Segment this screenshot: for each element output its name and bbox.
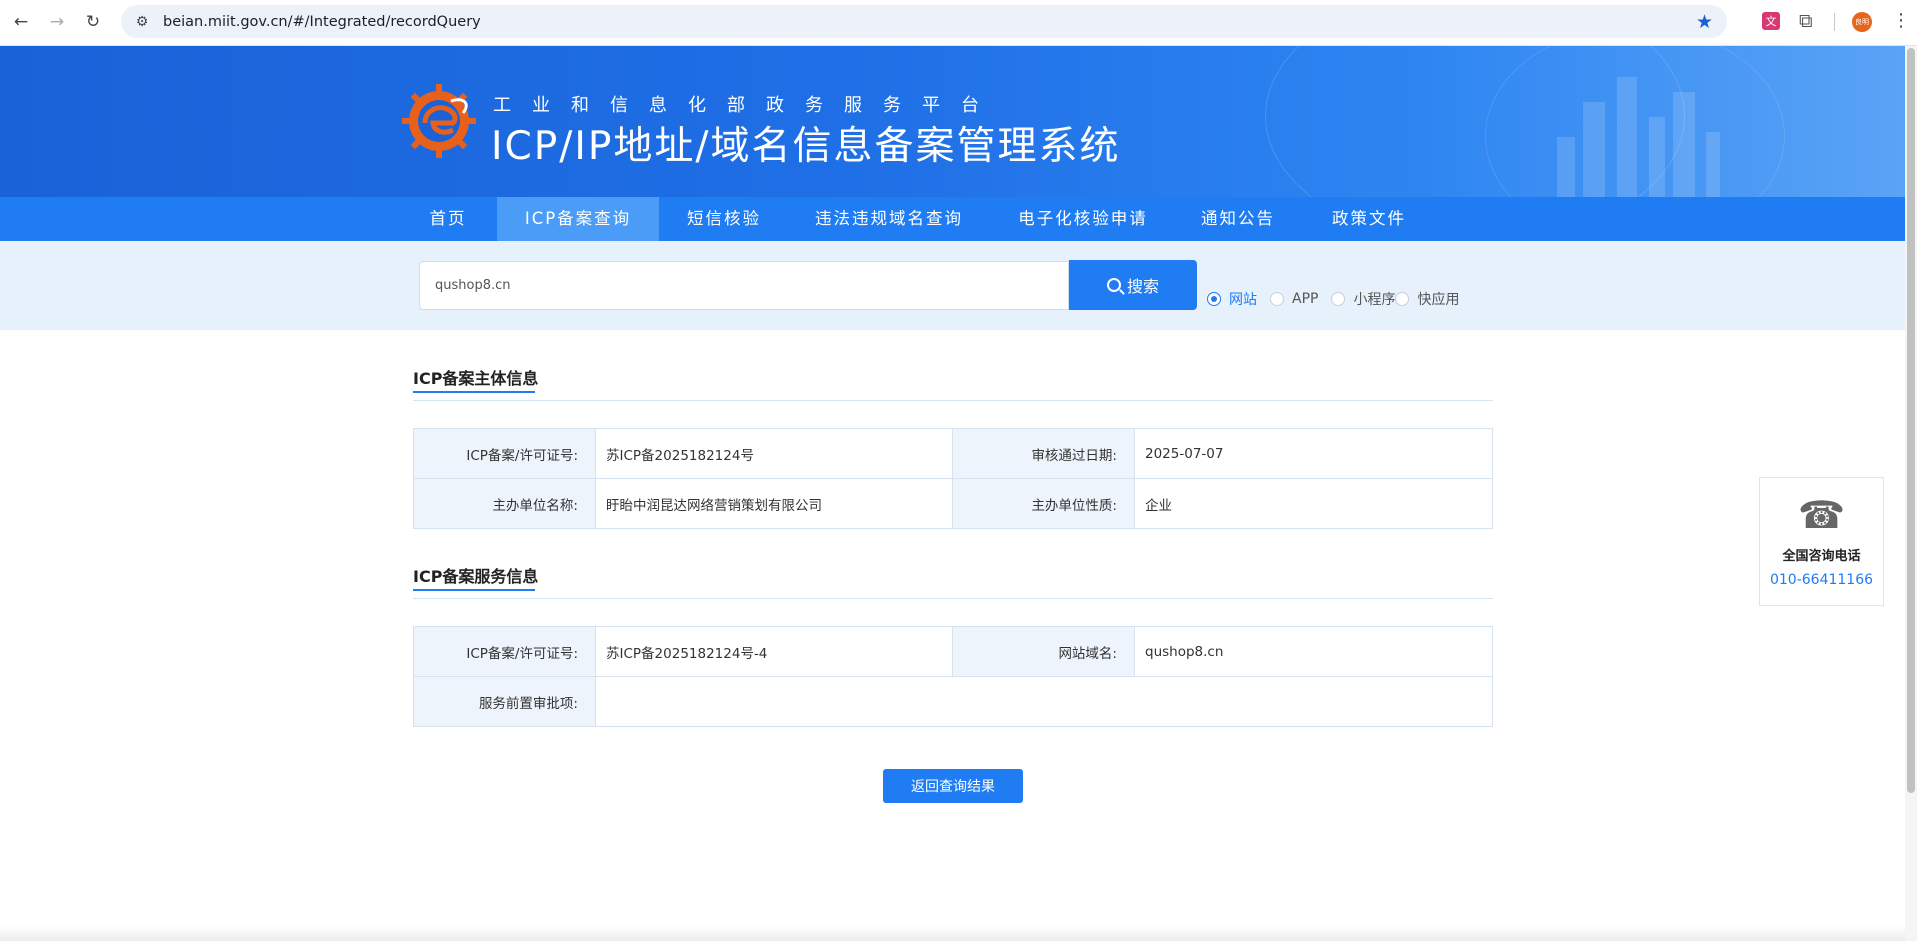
section-title-underline (413, 589, 535, 591)
page-scrollbar[interactable] (1905, 46, 1917, 941)
nav-item-notices[interactable]: 通知公告 (1190, 197, 1286, 241)
radio-label: 网站 (1229, 292, 1257, 308)
radio-quick-app[interactable]: 快应用 (1395, 289, 1459, 309)
website-domain: qushop8.cn (1134, 626, 1493, 677)
toolbar-divider (1834, 13, 1835, 31)
radio-dot[interactable] (1270, 292, 1284, 306)
reload-icon[interactable]: ↻ (81, 10, 105, 34)
nav-item-sms-verify[interactable]: 短信核验 (672, 197, 776, 241)
browser-toolbar: ← → ↻ ⚙ beian.miit.gov.cn/#/Integrated/r… (0, 0, 1917, 46)
table-label: ICP备案/许可证号: (413, 626, 596, 677)
extensions-puzzle-icon[interactable]: ⧉ (1799, 10, 1813, 32)
service-license-number: 苏ICP备2025182124号-4 (595, 626, 953, 677)
table-label: 主办单位名称: (413, 478, 596, 529)
table-label: ICP备案/许可证号: (413, 428, 596, 479)
nav-item-home[interactable]: 首页 (412, 197, 484, 241)
table-label: 网站域名: (952, 626, 1135, 677)
table-row: ICP备案/许可证号: 苏ICP备2025182124号 审核通过日期: 202… (413, 428, 1493, 479)
table-label: 审核通过日期: (952, 428, 1135, 479)
organizer-type: 企业 (1134, 478, 1493, 529)
service-info-table: ICP备案/许可证号: 苏ICP备2025182124号-4 网站域名: qus… (413, 626, 1493, 727)
site-header-banner: 工业和信息化部政务服务平台 ICP/IP地址/域名信息备案管理系统 (0, 46, 1905, 197)
site-settings-icon[interactable]: ⚙ (131, 11, 153, 33)
radio-label: APP (1292, 291, 1319, 307)
nav-item-illegal-domain-query[interactable]: 违法违规域名查询 (801, 197, 977, 241)
nav-item-policy-docs[interactable]: 政策文件 (1324, 197, 1414, 241)
table-row: ICP备案/许可证号: 苏ICP备2025182124号-4 网站域名: qus… (413, 626, 1493, 677)
banner-building (1617, 77, 1637, 197)
section-title-underline (413, 391, 535, 393)
subject-section-title: ICP备案主体信息 (413, 369, 539, 388)
miit-logo-icon (402, 84, 476, 158)
forward-icon[interactable]: → (45, 10, 69, 34)
banner-building (1583, 102, 1605, 197)
banner-building (1649, 117, 1665, 197)
organizer-name: 盱眙中润昆达网络营销策划有限公司 (595, 478, 953, 529)
radio-dot[interactable] (1331, 292, 1346, 306)
platform-subtitle: 工业和信息化部政务服务平台 (493, 95, 1000, 116)
consult-hotline-card: ☎ 全国咨询电话 010-66411166 (1759, 477, 1884, 606)
url-text[interactable]: beian.miit.gov.cn/#/Integrated/recordQue… (163, 14, 481, 30)
radio-app[interactable]: APP (1270, 291, 1318, 307)
radio-website[interactable]: 网站 (1207, 289, 1257, 309)
table-label: 服务前置审批项: (413, 676, 596, 727)
back-icon[interactable]: ← (9, 10, 33, 34)
table-row: 服务前置审批项: (413, 676, 1493, 727)
table-label: 主办单位性质: (952, 478, 1135, 529)
translate-extension-icon[interactable]: 文 (1762, 12, 1780, 30)
search-button-label: 搜索 (1126, 277, 1159, 296)
search-input[interactable]: qushop8.cn (419, 261, 1069, 310)
search-type-options: 网站 APP 小程序 快应用 (1207, 290, 1472, 308)
main-nav: 首页 ICP备案查询 短信核验 违法违规域名查询 电子化核验申请 通知公告 政策… (0, 197, 1905, 241)
search-icon (1106, 278, 1121, 292)
nav-item-e-verify-apply[interactable]: 电子化核验申请 (1000, 197, 1166, 241)
table-row: 主办单位名称: 盱眙中润昆达网络营销策划有限公司 主办单位性质: 企业 (413, 478, 1493, 529)
back-to-results-button[interactable]: 返回查询结果 (883, 769, 1023, 803)
bookmark-star-icon[interactable]: ★ (1696, 11, 1713, 33)
banner-building (1673, 92, 1695, 197)
profile-avatar[interactable]: 良明 (1852, 12, 1872, 32)
radio-dot[interactable] (1395, 292, 1410, 306)
address-bar[interactable]: ⚙ beian.miit.gov.cn/#/Integrated/recordQ… (121, 5, 1727, 38)
service-section-title: ICP备案服务信息 (413, 567, 539, 586)
system-title: ICP/IP地址/域名信息备案管理系统 (491, 124, 1121, 169)
section-divider (413, 598, 1493, 599)
radio-label: 小程序 (1353, 292, 1396, 308)
banner-building (1706, 132, 1720, 197)
browser-menu-icon[interactable]: ⋮ (1892, 10, 1910, 31)
nav-item-icp-query[interactable]: ICP备案查询 (497, 197, 659, 241)
search-area: qushop8.cn 搜索 网站 APP 小程序 快应用 (0, 241, 1905, 330)
approval-date: 2025-07-07 (1134, 428, 1493, 479)
subject-info-table: ICP备案/许可证号: 苏ICP备2025182124号 审核通过日期: 202… (413, 428, 1493, 529)
section-divider (413, 400, 1493, 401)
phone-icon: ☎ (1797, 493, 1846, 537)
banner-building (1557, 137, 1575, 197)
radio-dot[interactable] (1207, 292, 1221, 306)
hotline-number[interactable]: 010-66411166 (1760, 572, 1883, 588)
icp-license-number: 苏ICP备2025182124号 (595, 428, 953, 479)
page-bottom-shadow (0, 926, 1905, 941)
radio-mini-program[interactable]: 小程序 (1331, 289, 1395, 309)
hotline-label: 全国咨询电话 (1782, 549, 1861, 564)
search-button[interactable]: 搜索 (1069, 260, 1197, 310)
scrollbar-thumb[interactable] (1907, 48, 1915, 793)
pre-approval-items (595, 676, 1493, 727)
radio-label: 快应用 (1417, 292, 1460, 308)
